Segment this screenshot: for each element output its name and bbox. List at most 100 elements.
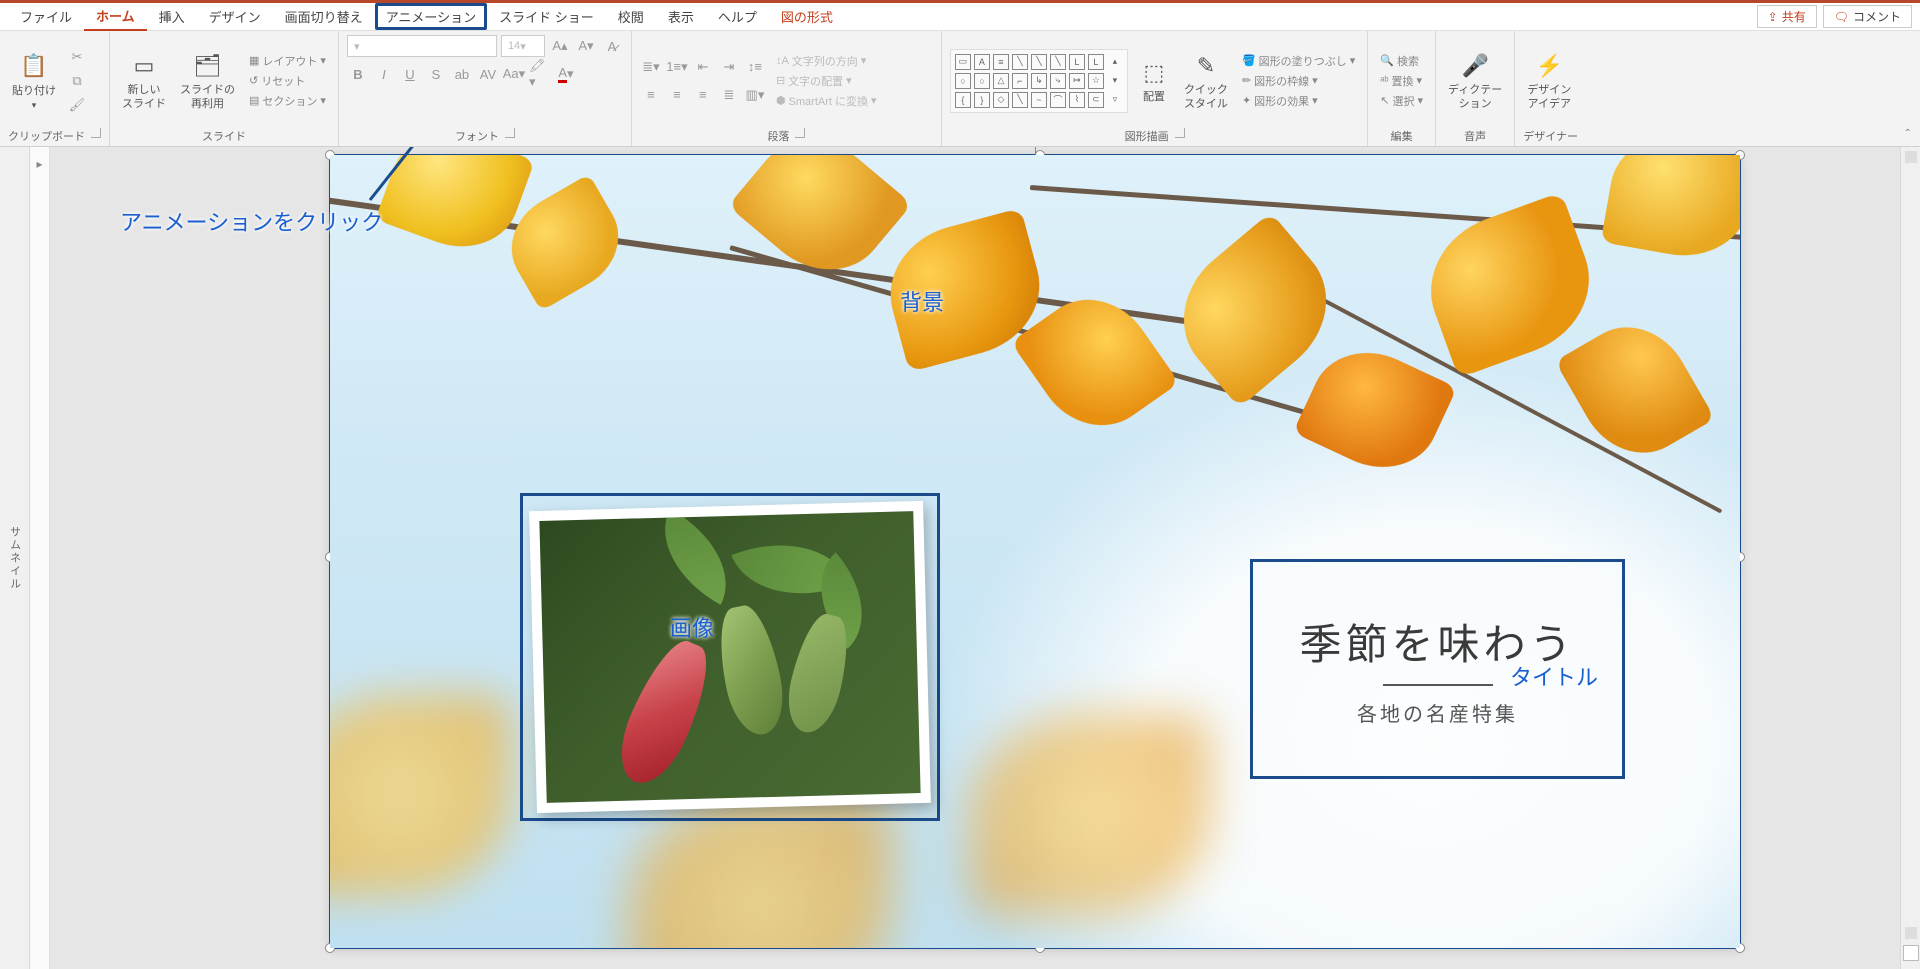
ribbon: 📋 貼り付け▾ ✂ ⧉ 🖌 クリップボード ▭新しい スライド 🗂スライドの 再…: [0, 31, 1920, 147]
dictate-button[interactable]: 🎤ディクテー ション: [1444, 48, 1506, 112]
shape-outline-button[interactable]: ✏ 図形の枠線 ▾: [1238, 72, 1359, 90]
group-clipboard: 📋 貼り付け▾ ✂ ⧉ 🖌 クリップボード: [0, 31, 110, 146]
bullets-button[interactable]: ≣▾: [640, 56, 662, 78]
italic-button[interactable]: I: [373, 63, 395, 85]
workspace: サムネイル ▸ アニメーションをクリック ⟲: [0, 147, 1920, 969]
tab-picture-format[interactable]: 図の形式: [769, 3, 845, 30]
font-family-combo[interactable]: ▾: [347, 35, 497, 57]
group-paragraph: ≣▾ 1≡▾ ⇤ ⇥ ↕≡ ≡ ≡ ≡ ≣ ▥▾ ↕A 文字列の方向 ▾ ⊟ 文…: [632, 31, 942, 146]
tab-animation[interactable]: アニメーション: [375, 3, 487, 30]
tab-design[interactable]: デザイン: [197, 3, 273, 30]
tab-file[interactable]: ファイル: [8, 3, 84, 30]
grow-font-button[interactable]: A▴: [549, 35, 571, 57]
tab-review[interactable]: 校閲: [606, 3, 656, 30]
drawing-launcher[interactable]: [1175, 128, 1185, 138]
shapes-gallery[interactable]: ▭A≡╲╲╲LL▴ ○○△⌐↳⤷↦☆▾ {}◇╲~⌒⌇⊂▿: [950, 49, 1128, 113]
slide[interactable]: ⟲: [330, 155, 1740, 948]
group-paragraph-label: 段落: [767, 128, 789, 144]
justify-button[interactable]: ≣: [718, 84, 740, 106]
font-launcher[interactable]: [505, 128, 515, 138]
tab-home[interactable]: ホーム: [84, 2, 147, 32]
find-button[interactable]: 🔍 検索: [1376, 52, 1427, 70]
clear-format-button[interactable]: A̷: [601, 35, 623, 57]
design-ideas-icon: ⚡: [1533, 50, 1565, 82]
align-center-button[interactable]: ≡: [666, 84, 688, 106]
numbering-button[interactable]: 1≡▾: [666, 56, 688, 78]
arrange-icon: ⬚: [1138, 57, 1170, 89]
case-button[interactable]: Aa▾: [503, 63, 525, 85]
slide-subtitle: 各地の名産特集: [1357, 698, 1518, 727]
columns-button[interactable]: ▥▾: [744, 84, 766, 106]
group-voice-label: 音声: [1464, 128, 1486, 144]
group-drawing-label: 図形描画: [1125, 128, 1169, 144]
quick-style-icon: ✎: [1190, 50, 1222, 82]
spacing-button[interactable]: AV: [477, 63, 499, 85]
shape-effects-button[interactable]: ✦ 図形の効果 ▾: [1238, 92, 1359, 110]
align-right-button[interactable]: ≡: [692, 84, 714, 106]
text-align-button[interactable]: ⊟ 文字の配置 ▾: [772, 72, 881, 90]
select-button[interactable]: ↖ 選択 ▾: [1376, 92, 1427, 110]
group-font: ▾ 14 ▾ A▴ A▾ A̷ B I U S ab AV Aa▾ 🖍▾ A▾ …: [339, 31, 632, 146]
quick-style-button[interactable]: ✎クイック スタイル: [1180, 48, 1232, 112]
section-button[interactable]: ▤ セクション ▾: [245, 92, 330, 110]
strike-button[interactable]: S: [425, 63, 447, 85]
share-button[interactable]: ⇪共有: [1757, 5, 1817, 28]
thumbnail-expand[interactable]: ▸: [30, 147, 50, 969]
underline-button[interactable]: U: [399, 63, 421, 85]
tab-insert[interactable]: 挿入: [147, 3, 197, 30]
font-size-combo[interactable]: 14 ▾: [501, 35, 545, 57]
new-slide-button[interactable]: ▭新しい スライド: [118, 48, 170, 112]
indent-inc-button[interactable]: ⇥: [718, 56, 740, 78]
reuse-slide-button[interactable]: 🗂スライドの 再利用: [176, 48, 239, 112]
ribbon-tabs: ファイル ホーム 挿入 デザイン 画面切り替え アニメーション スライド ショー…: [0, 3, 1920, 31]
inserted-picture[interactable]: [520, 493, 940, 821]
reset-button[interactable]: ↺ リセット: [245, 72, 330, 90]
shadow-button[interactable]: ab: [451, 63, 473, 85]
group-drawing: ▭A≡╲╲╲LL▴ ○○△⌐↳⤷↦☆▾ {}◇╲~⌒⌇⊂▿ ⬚配置 ✎クイック …: [942, 31, 1368, 146]
copy-button[interactable]: ⧉: [66, 70, 88, 92]
bold-button[interactable]: B: [347, 63, 369, 85]
cut-button[interactable]: ✂: [66, 46, 88, 68]
thumbnail-rail[interactable]: サムネイル: [0, 147, 30, 969]
tab-transition[interactable]: 画面切り替え: [273, 3, 375, 30]
paste-button[interactable]: 📋 貼り付け▾: [8, 49, 60, 113]
tab-help[interactable]: ヘルプ: [706, 3, 769, 30]
clipboard-launcher[interactable]: [91, 128, 101, 138]
shape-fill-button[interactable]: 🪣 図形の塗りつぶし ▾: [1238, 52, 1359, 70]
comment-button[interactable]: 🗨コメント: [1823, 5, 1912, 28]
line-spacing-button[interactable]: ↕≡: [744, 56, 766, 78]
paste-icon: 📋: [18, 51, 50, 83]
tab-slideshow[interactable]: スライド ショー: [487, 3, 606, 30]
paragraph-launcher[interactable]: [795, 128, 805, 138]
comment-icon: 🗨: [1834, 10, 1849, 24]
group-font-label: フォント: [455, 128, 499, 144]
design-ideas-button[interactable]: ⚡デザイン アイデア: [1523, 48, 1575, 112]
font-color-button[interactable]: A▾: [555, 63, 577, 85]
highlight-button[interactable]: 🖍▾: [529, 63, 551, 85]
arrange-button[interactable]: ⬚配置: [1134, 55, 1174, 106]
align-left-button[interactable]: ≡: [640, 84, 662, 106]
collapse-ribbon-button[interactable]: ˆ: [1905, 126, 1910, 142]
reuse-slide-icon: 🗂: [192, 50, 224, 82]
replace-button[interactable]: ᵃᵇ 置換 ▾: [1376, 72, 1427, 90]
group-clipboard-label: クリップボード: [8, 128, 85, 144]
tab-view[interactable]: 表示: [656, 3, 706, 30]
new-slide-icon: ▭: [128, 50, 160, 82]
share-icon: ⇪: [1768, 10, 1778, 24]
shrink-font-button[interactable]: A▾: [575, 35, 597, 57]
group-designer: ⚡デザイン アイデア デザイナー: [1515, 31, 1586, 146]
slide-title: 季節を味わう: [1299, 611, 1575, 672]
text-direction-button[interactable]: ↕A 文字列の方向 ▾: [772, 52, 881, 70]
slide-title-box[interactable]: 季節を味わう 各地の名産特集: [1250, 559, 1625, 779]
pepper-photo: [539, 511, 920, 803]
layout-button[interactable]: ▦ レイアウト ▾: [245, 52, 330, 70]
slide-canvas-area[interactable]: アニメーションをクリック ⟲: [50, 147, 1900, 969]
group-editing-label: 編集: [1391, 128, 1413, 144]
indent-dec-button[interactable]: ⇤: [692, 56, 714, 78]
smartart-button[interactable]: ⬢ SmartArt に変換 ▾: [772, 92, 881, 110]
group-designer-label: デザイナー: [1523, 128, 1578, 144]
title-divider: [1383, 684, 1493, 686]
fit-button[interactable]: [1903, 945, 1919, 961]
format-painter-button[interactable]: 🖌: [66, 94, 88, 116]
vertical-scrollbar[interactable]: [1900, 147, 1920, 969]
